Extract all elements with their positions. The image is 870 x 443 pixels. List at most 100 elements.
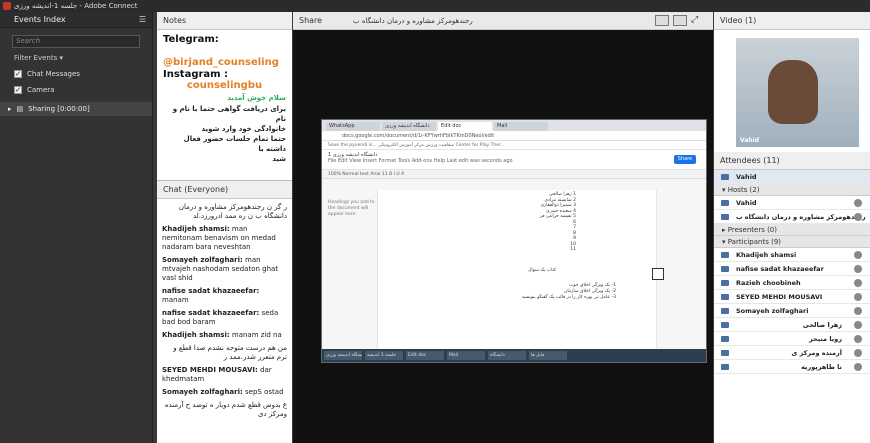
events-search-input[interactable]: Search [12,35,140,48]
docs-share-button[interactable]: Share [674,155,696,164]
participant-name: آرمنده ومرکز ی [791,349,842,357]
host-name: Vahid [736,199,757,207]
taskbar-item[interactable]: دانشگاه [488,351,526,360]
chat-message: Somayeh zolfaghari: sepS ostad [162,388,287,397]
chat-pod: Chat (Everyone) ر گر ن رجندهومرکز مشاوره… [157,180,292,443]
browser-url-bar[interactable]: docs.google.com/document/d/1r-KFYwrhFbIk… [322,131,706,141]
mic-icon [854,293,862,301]
participant-name: زهرا صالحی [802,321,842,329]
participant-row[interactable]: Khadijeh shamsi [714,248,870,262]
chat-sender: Somayeh zolfaghari: [162,388,243,396]
mic-icon [854,321,862,329]
event-sharing-item[interactable]: ▸ ▤ Sharing [0:00:00] [0,102,152,116]
chat-message: ر گر ن رجندهومرکز مشاوره و درمان دانشگاه… [162,203,287,221]
hosts-group[interactable]: ▾ Hosts (2) [714,184,870,196]
taskbar-item[interactable]: Mail [447,351,485,360]
docs-list: 1 زهرا صالحی 2 شایسته مرادی 3 سمیرا ذوالفق… [540,192,576,253]
chevron-down-icon: ▾ [59,54,64,62]
presenter-video[interactable]: Vahid [736,38,859,147]
checkbox-icon[interactable]: ✓ [14,70,22,78]
participant-row[interactable]: Razieh choobineh [714,276,870,290]
share-label: Share [299,16,323,25]
presenter-figure [768,60,818,124]
mouse-cursor-icon [652,268,664,280]
participant-name: نا طاهرپوریه [801,363,842,371]
taskbar-item[interactable]: جلسه 1 اندیشه [365,351,403,360]
taskbar-item[interactable]: Edit doc [406,351,444,360]
chat-sender: nafise sadat khazaeefar: [162,287,260,295]
browser-tab[interactable]: Mail [494,122,548,131]
checkbox-icon[interactable]: ✓ [14,86,22,94]
participant-row[interactable]: نا طاهرپوریه [714,360,870,374]
docs-item: 3- عامل تی بهره کار را در قالب یک گفتگو … [521,295,616,300]
full-screen-icon[interactable] [673,15,687,26]
share-pod: Share رجندهومرکز مشاوره و درمان دانشگاه … [293,12,713,443]
chat-header: Chat (Everyone) [157,181,292,199]
participants-group[interactable]: ▾ Participants (9) [714,236,870,248]
sharing-label: Sharing [0:00:00] [28,105,90,113]
participant-name: Khadijeh shamsi [736,251,797,259]
docs-outline-hint: Headings you add to the document will ap… [328,200,375,217]
events-title: Events Index [14,15,66,24]
chat-sender: Khadijeh shamsi: [162,225,230,233]
presenter-name: Vahid [740,137,759,144]
taskbar-item[interactable]: دانشگاه اندیشه ورزی [324,351,362,360]
chat-text: manam zid na [229,331,282,339]
docs-format-toolbar: 100% Normal text Arial 11 B I U A [322,170,706,179]
presenters-label: Presenters (0) [727,226,777,234]
filter-chat-messages[interactable]: ✓ Chat Messages [14,70,152,78]
notes-line-3: حتما تمام جلسات حضور فعال داشته با [183,135,286,153]
participant-name: رویا منیحر [809,335,842,343]
user-icon [721,280,729,286]
notes-greeting: سلام خوش آمدید [227,94,286,102]
chat-message: nafise sadat khazaeefar: manam [162,287,287,305]
presenters-group[interactable]: ▸ Presenters (0) [714,224,870,236]
participant-row[interactable]: Somayeh zolfaghari [714,304,870,318]
chat-message: Khadijeh shamsi: man nemitonam benavism … [162,225,287,252]
notes-telegram-handle: @birjand_counseling [163,57,279,68]
attendee-self[interactable]: Vahid [714,170,870,184]
participant-row[interactable]: nafise sadat khazaeefar [714,262,870,276]
expand-icon[interactable]: ⤢ [691,15,705,26]
window-title: جلسه 1-اندیشه ورزی - Adobe Connect [14,2,138,10]
participant-row[interactable]: رویا منیحر [714,332,870,346]
docs-header: دانشگاه اندیشه ورزی 1 File Edit View Ins… [322,150,706,170]
host-icon [721,200,729,206]
chat-sender: Khadijeh shamsi: [162,331,230,339]
window-titlebar: جلسه 1-اندیشه ورزی - Adobe Connect [0,0,870,12]
participant-row[interactable]: زهرا صالحی [714,318,870,332]
chat-title: Chat [163,185,182,194]
participant-row[interactable]: آرمنده ومرکز ی [714,346,870,360]
browser-tab-active[interactable]: Edit doc [438,122,492,131]
mic-icon [854,199,862,207]
share-header: Share رجندهومرکز مشاوره و درمان دانشگاه … [293,12,713,30]
mic-icon [854,349,862,357]
shared-screen[interactable]: WhatsApp دانشگاه اندیشه ورزی Edit doc Ma… [321,119,707,363]
host-name: رجندهومرکز مشاوره و درمان دانشگاه ب [736,213,866,221]
user-icon [721,174,729,180]
notes-line-4: شید [272,155,286,163]
host-row[interactable]: Vahid [714,196,870,210]
notes-line-2: خانوادگی خود وارد شوید [201,125,287,133]
mic-icon [854,265,862,273]
user-icon [721,336,729,342]
browser-tab[interactable]: دانشگاه اندیشه ورزی [382,122,436,131]
participant-row[interactable]: SEYED MEHDI MOUSAVI [714,290,870,304]
participants-list: Khadijeh shamsi nafise sadat khazaeefar Ra… [714,248,870,374]
docs-page: 1 زهرا صالحی 2 شایسته مرادی 3 سمیرا ذوالفق… [377,190,657,350]
filter-events-dropdown[interactable]: Filter Events ▾ [14,54,152,62]
taskbar-item[interactable]: فایل ها [529,351,567,360]
host-row[interactable]: رجندهومرکز مشاوره و درمان دانشگاه ب [714,210,870,224]
chat-sender: Somayeh zolfaghari: [162,256,243,264]
browser-tab[interactable]: WhatsApp [326,122,380,131]
adobe-connect-logo-icon [3,2,11,10]
user-icon [721,350,729,356]
windows-taskbar: دانشگاه اندیشه ورزیجلسه 1 اندیشهEdit doc… [322,349,706,362]
expand-arrow-icon[interactable]: ▸ [8,102,12,116]
fit-width-icon[interactable] [655,15,669,26]
docs-items: 1- یک ویژگی اخلاق خوب 2- یک ویژگی اخلاق س… [522,283,616,301]
panel-menu-icon[interactable]: ☰ [139,12,146,28]
filter-camera[interactable]: ✓ Camera [14,86,152,94]
user-icon [721,308,729,314]
notes-pod: Notes Telegram: @birjand_counseling Inst… [157,12,292,180]
